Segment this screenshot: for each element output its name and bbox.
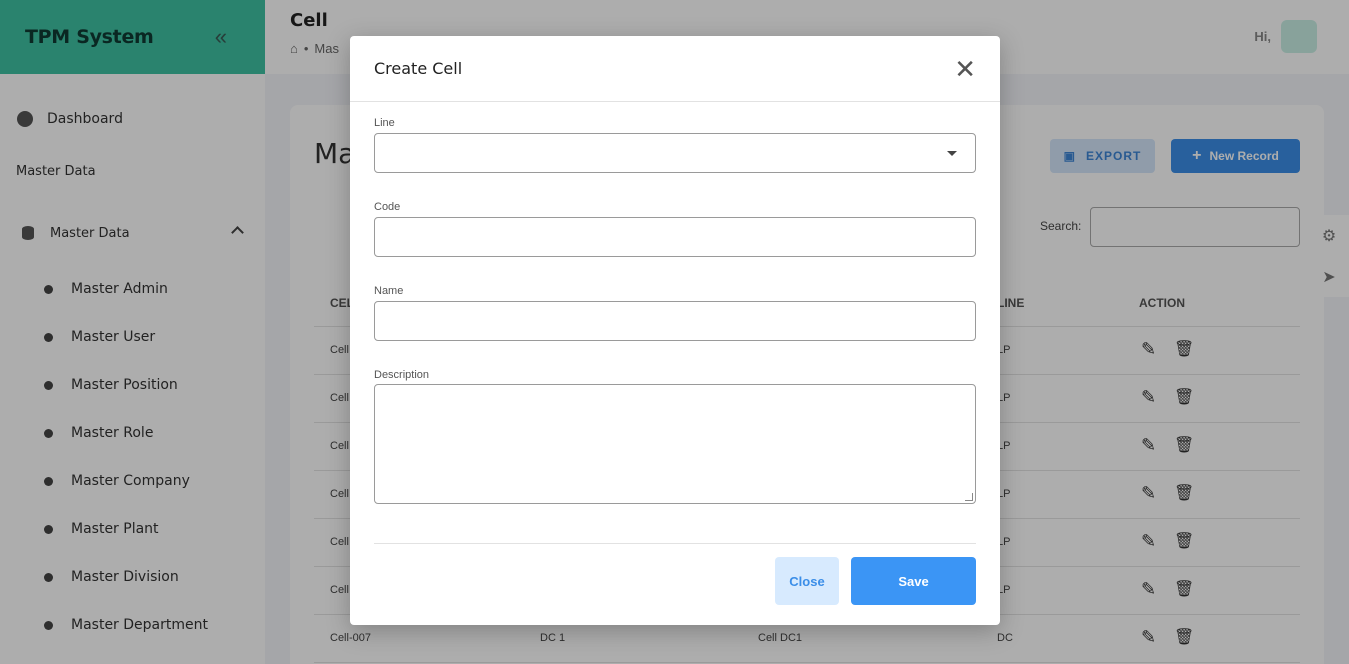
line-label: Line — [374, 117, 395, 129]
close-icon[interactable]: ✕ — [954, 56, 976, 82]
line-select[interactable] — [374, 133, 976, 173]
name-label: Name — [374, 285, 404, 297]
dialog-divider — [374, 543, 976, 544]
resize-handle-icon[interactable] — [965, 493, 973, 501]
close-button[interactable]: Close — [775, 557, 839, 605]
dialog-header: Create Cell ✕ — [350, 36, 1000, 102]
create-cell-dialog: Create Cell ✕ Line Code Name Description… — [350, 36, 1000, 625]
save-button[interactable]: Save — [851, 557, 976, 605]
dialog-title: Create Cell — [374, 59, 463, 78]
caret-down-icon — [947, 151, 957, 156]
code-field[interactable] — [374, 217, 976, 257]
code-label: Code — [374, 201, 401, 213]
description-field[interactable] — [374, 384, 976, 504]
description-label: Description — [374, 369, 430, 381]
name-field[interactable] — [374, 301, 976, 341]
